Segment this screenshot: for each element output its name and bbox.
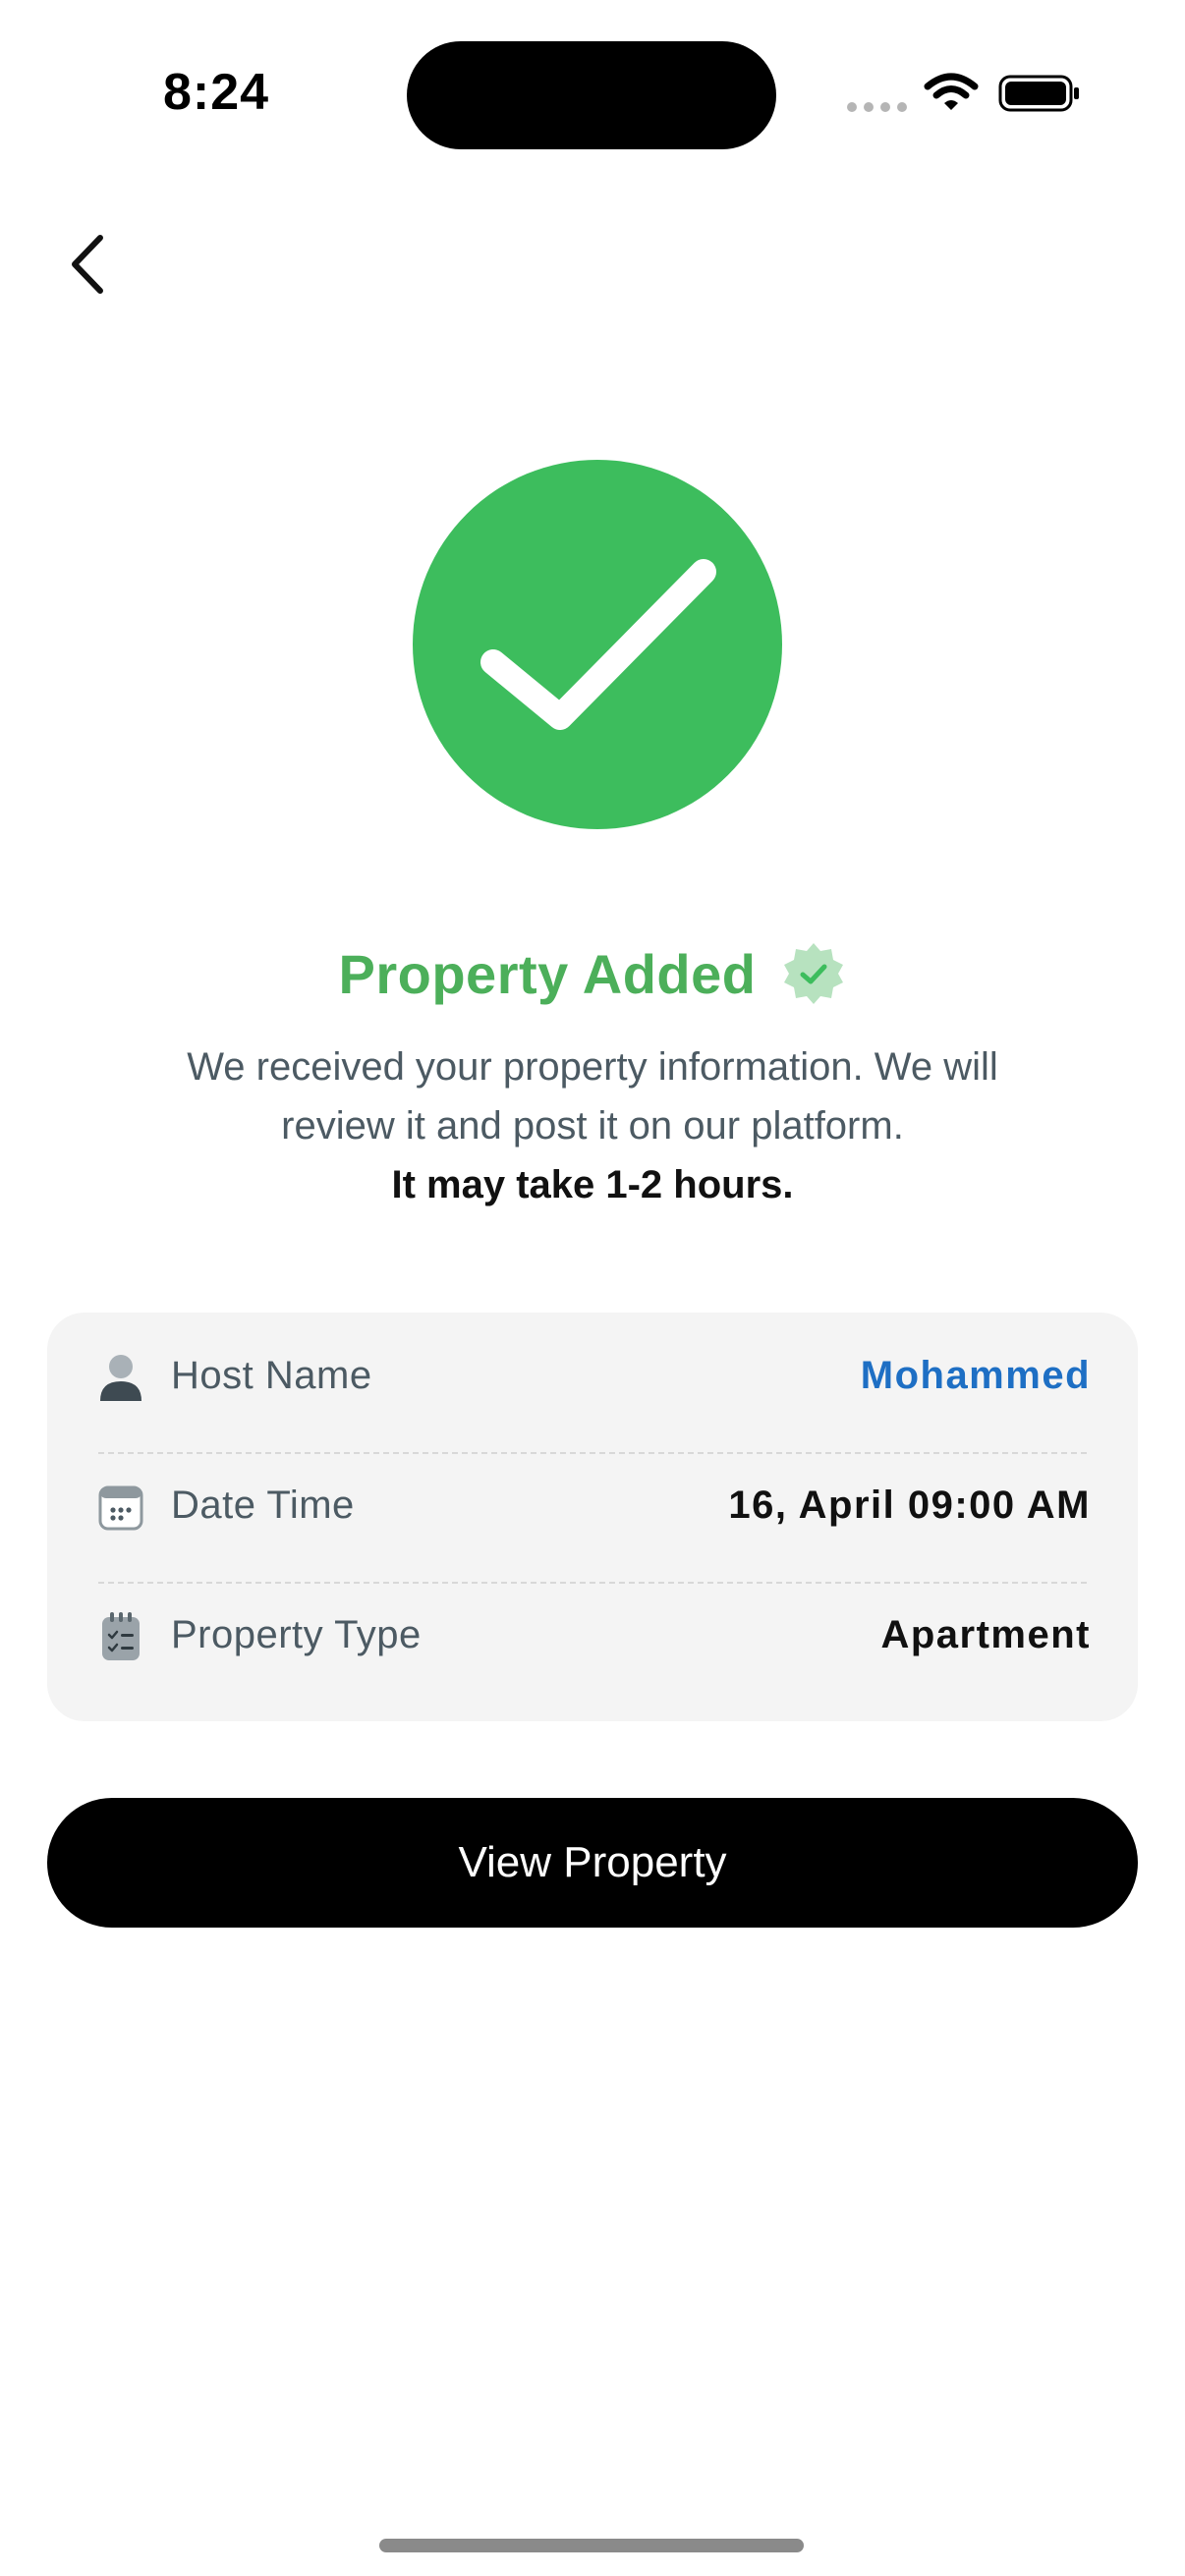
chevron-left-icon xyxy=(72,235,103,294)
status-time: 8:24 xyxy=(163,64,270,121)
verified-badge-icon xyxy=(784,943,844,1004)
description-line: review it and post it on our platform. xyxy=(281,1104,904,1148)
cellular-signal-icon xyxy=(847,102,907,112)
detail-row-property-type: Property Type Apartment xyxy=(47,1572,1138,1702)
detail-label: Host Name xyxy=(171,1354,372,1397)
view-property-button[interactable]: View Property xyxy=(47,1798,1138,1928)
detail-row-date-time: Date Time 16, April 09:00 AM xyxy=(47,1442,1138,1572)
success-title-row: Property Added xyxy=(0,941,1185,1006)
wifi-icon xyxy=(924,73,979,110)
user-icon xyxy=(100,1355,141,1401)
success-checkmark-circle xyxy=(413,460,782,829)
clipboard-list-icon xyxy=(102,1612,140,1660)
processing-time-note: It may take 1-2 hours. xyxy=(391,1163,794,1206)
property-type-value: Apartment xyxy=(880,1613,1091,1656)
detail-label: Property Type xyxy=(171,1613,422,1656)
description-line: We received your property information. W… xyxy=(187,1045,998,1089)
host-name-value: Mohammed xyxy=(860,1354,1091,1397)
detail-label: Date Time xyxy=(171,1484,355,1527)
home-indicator[interactable] xyxy=(379,2539,804,2552)
checkmark-icon xyxy=(480,559,716,730)
page-title: Property Added xyxy=(338,942,757,1005)
detail-row-host-name: Host Name Mohammed xyxy=(47,1313,1138,1442)
back-button[interactable] xyxy=(51,222,122,307)
calendar-icon xyxy=(98,1485,143,1531)
date-time-value: 16, April 09:00 AM xyxy=(728,1484,1091,1527)
dynamic-island xyxy=(407,41,776,149)
battery-icon xyxy=(998,75,1079,112)
property-details-card: Host Name Mohammed Date Time 16, April 0… xyxy=(47,1313,1138,1721)
